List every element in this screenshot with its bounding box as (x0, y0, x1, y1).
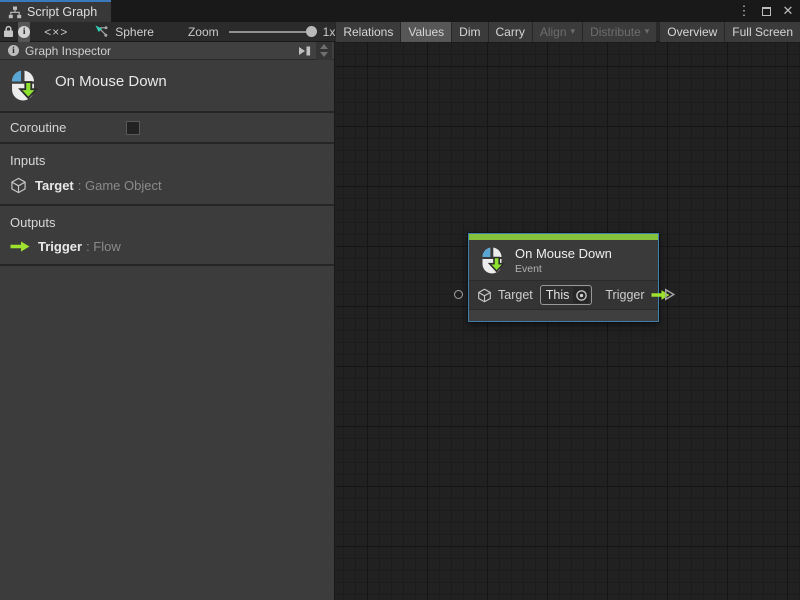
on-mouse-down-node[interactable]: On Mouse Down Event Target This (468, 233, 659, 322)
tab-label: Script Graph (27, 5, 97, 19)
input-name: Target (35, 178, 74, 193)
maximize-glyph (762, 7, 771, 16)
outputs-section: Outputs Trigger : Flow (0, 206, 334, 264)
maximize-icon[interactable] (758, 3, 774, 19)
flow-arrow-icon (10, 240, 30, 253)
chip-value-label: This (546, 288, 570, 302)
node-subtitle: Event (515, 263, 612, 275)
zoom-value: 1x (323, 25, 336, 39)
chevron-down-icon: ▾ (645, 26, 650, 37)
graph-inspector-header: i Graph Inspector (0, 42, 334, 60)
full-screen-button[interactable]: Full Screen (724, 22, 800, 42)
full-screen-label: Full Screen (732, 25, 793, 39)
values-label: Values (408, 25, 444, 39)
zoom-control: Zoom 1x (188, 25, 335, 39)
graph-reference-breadcrumb[interactable]: Sphere (94, 24, 154, 39)
code-icon: <×> (44, 25, 68, 39)
chevron-up-icon (320, 44, 328, 49)
window-controls: ⋮ ✕ (736, 0, 796, 22)
close-icon[interactable]: ✕ (780, 3, 796, 19)
chevron-down-icon: ▾ (571, 26, 576, 37)
relations-label: Relations (343, 25, 393, 39)
hierarchy-icon (8, 6, 22, 19)
mouse-down-icon (479, 246, 505, 275)
graph-canvas[interactable]: On Mouse Down Event Target This (335, 42, 800, 600)
zoom-label: Zoom (188, 25, 219, 39)
inputs-header: Inputs (10, 153, 334, 168)
node-output-label: Trigger (605, 288, 644, 302)
input-type: : Game Object (78, 178, 162, 193)
selected-unit-title: On Mouse Down (55, 73, 167, 90)
tab-script-graph[interactable]: Script Graph (0, 0, 111, 22)
distribute-dropdown[interactable]: Distribute ▾ (582, 22, 656, 42)
node-port-row: Target This Trigger (469, 280, 658, 309)
node-title: On Mouse Down (515, 246, 612, 261)
align-label: Align (540, 25, 567, 39)
inputs-section: Inputs Target : Game Object (0, 144, 334, 204)
lock-icon[interactable] (3, 22, 14, 42)
zoom-slider-thumb[interactable] (306, 26, 317, 37)
dock-panel-icon[interactable] (297, 45, 312, 57)
coroutine-row: Coroutine (0, 113, 334, 142)
graph-inspector-panel: i Graph Inspector (0, 42, 335, 600)
zoom-slider[interactable] (229, 31, 315, 33)
node-footer (469, 309, 658, 321)
selected-unit-header: On Mouse Down (0, 60, 334, 111)
mouse-down-icon (8, 69, 38, 102)
outputs-header: Outputs (10, 215, 334, 230)
carry-button[interactable]: Carry (488, 22, 532, 42)
dim-button[interactable]: Dim (451, 22, 487, 42)
cube-icon (477, 288, 492, 303)
output-name: Trigger (38, 239, 82, 254)
cube-icon (10, 177, 27, 194)
values-button[interactable]: Values (400, 22, 451, 42)
overview-label: Overview (667, 25, 717, 39)
titlebar: Script Graph ⋮ ✕ (0, 0, 800, 22)
graph-asset-icon (94, 24, 109, 39)
inspector-toggle-button[interactable]: i (18, 22, 30, 42)
more-menu-icon[interactable]: ⋮ (736, 3, 752, 19)
coroutine-label: Coroutine (10, 120, 66, 135)
graph-reference-label: Sphere (115, 25, 154, 39)
graph-inspector-title: Graph Inspector (25, 44, 297, 58)
dim-label: Dim (459, 25, 480, 39)
panel-spinner[interactable] (316, 42, 332, 60)
align-dropdown[interactable]: Align ▾ (532, 22, 582, 42)
node-input-label: Target (498, 288, 533, 302)
relations-button[interactable]: Relations (335, 22, 400, 42)
coroutine-checkbox[interactable] (126, 121, 140, 135)
carry-label: Carry (496, 25, 525, 39)
output-port[interactable] (663, 287, 676, 305)
overview-button[interactable]: Overview (659, 22, 724, 42)
edit-graph-button[interactable]: <×> (44, 22, 68, 42)
chevron-down-icon (320, 52, 328, 57)
toolbar-buttons: Relations Values Dim Carry Align ▾ Distr… (335, 22, 800, 42)
output-type: : Flow (86, 239, 121, 254)
input-port[interactable] (454, 290, 463, 299)
input-row-target: Target : Game Object (10, 177, 334, 194)
target-value-chip[interactable]: This (540, 285, 593, 305)
distribute-label: Distribute (590, 25, 641, 39)
self-target-icon (573, 287, 589, 303)
info-icon: i (18, 26, 30, 38)
inspector-empty-area (0, 266, 334, 600)
graph-toolbar: i <×> Sphere Zoom 1x Relations Values Di… (0, 22, 800, 42)
output-row-trigger: Trigger : Flow (10, 239, 334, 254)
info-icon: i (8, 45, 19, 56)
node-header: On Mouse Down Event (469, 240, 658, 280)
